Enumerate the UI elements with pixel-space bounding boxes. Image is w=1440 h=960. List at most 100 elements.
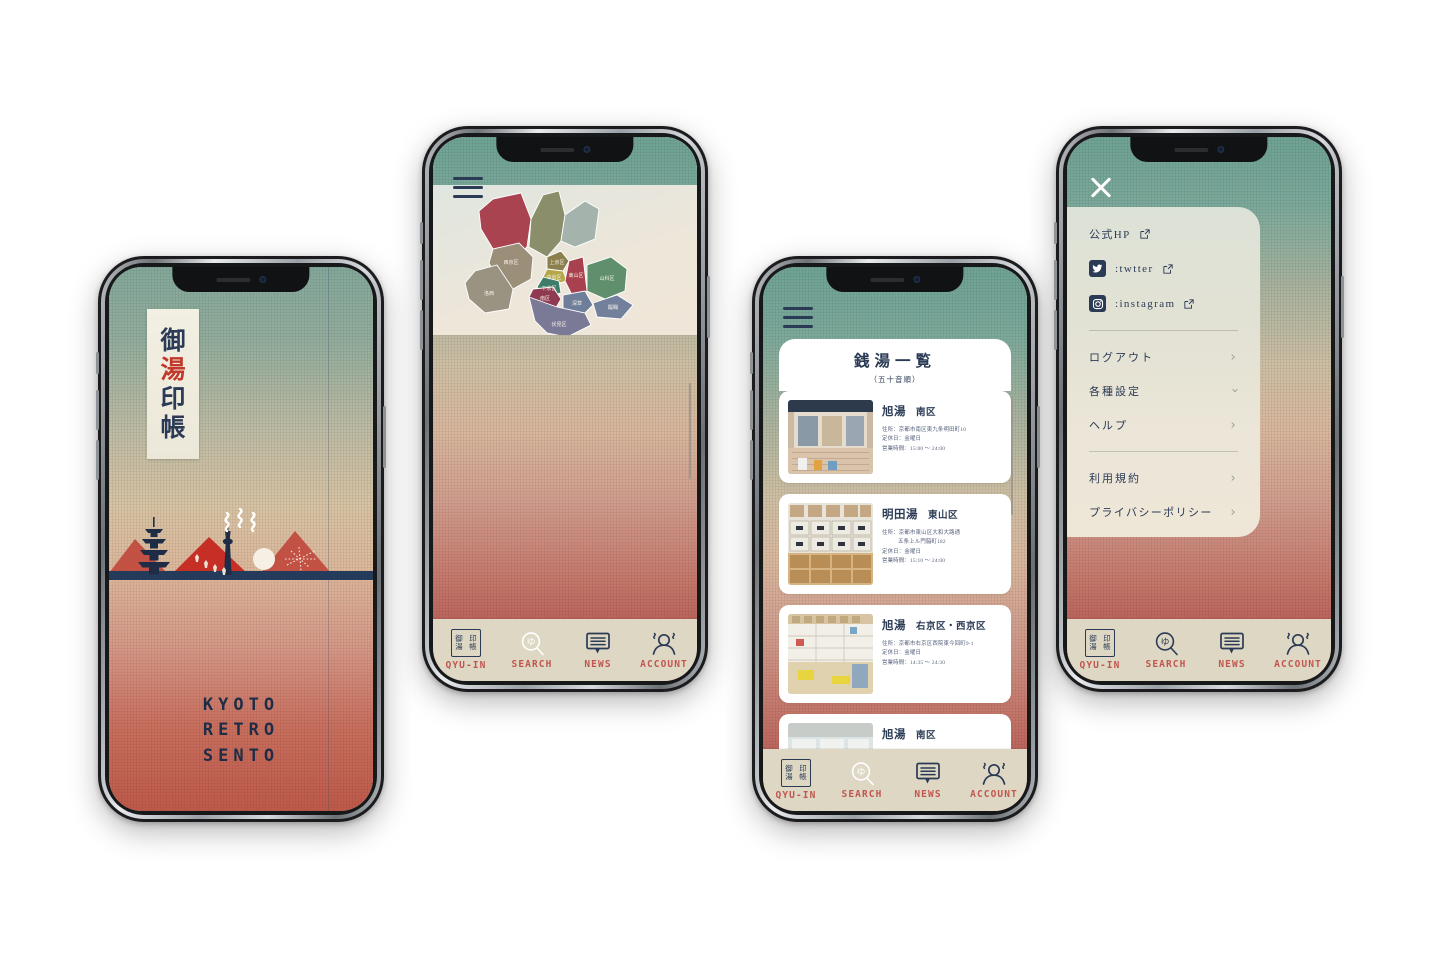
sento-address: 住所：京都市東山区大和大路通 <box>882 530 961 536</box>
tab-account[interactable]: ACCOUNT <box>631 631 697 670</box>
menu-item-terms[interactable]: 利用規約 › <box>1067 461 1260 495</box>
device-notch <box>172 267 310 292</box>
logo-line-2: RETRO <box>202 720 280 740</box>
person-steam-icon <box>652 632 676 655</box>
tab-label: QYU-IN <box>1079 660 1121 671</box>
kyoto-district-map[interactable]: 上京区 中京区 下京区 東山区 山科区 南区 深草 醍醐 伏見区 西京区 洛西 <box>433 185 697 335</box>
menu-button[interactable] <box>453 177 483 198</box>
volume-down-button[interactable] <box>750 440 753 480</box>
map-region-north-east <box>560 200 600 248</box>
list-item[interactable]: 旭湯 右京区・西京区 住所：京都市右京区西院東今回町9-1 定休日：金曜日 営業… <box>779 605 1011 703</box>
tab-account[interactable]: ACCOUNT <box>1265 631 1331 670</box>
tab-label: NEWS <box>914 788 942 800</box>
title-char-2: 湯 <box>160 355 186 384</box>
device-notch <box>1130 137 1268 162</box>
tab-search[interactable]: ゆ SEARCH <box>1133 631 1199 670</box>
sento-hours: 営業時間：14:35 〜 24:30 <box>882 659 946 666</box>
front-camera <box>1216 146 1224 153</box>
sento-area: 南区 <box>916 408 937 418</box>
list-subtitle: （五十音順） <box>869 375 921 384</box>
tab-account[interactable]: ACCOUNT <box>961 761 1027 800</box>
yu-magnifier-icon: ゆ <box>1155 631 1178 655</box>
map-label-daigo: 醍醐 <box>608 304 618 311</box>
tab-news[interactable]: NEWS <box>565 631 631 670</box>
stamp-char: 帳 <box>469 642 477 651</box>
menu-legal-group: 利用規約 › プライバシーポリシー › <box>1067 457 1260 533</box>
search-screen: 銭湯をさがす <box>433 137 697 681</box>
stamp-book-icon: 御 印 湯 帳 <box>451 629 481 657</box>
volume-up-button[interactable] <box>1054 260 1057 300</box>
map-label-shimogyo: 下京区 <box>541 285 556 292</box>
menu-item-privacy[interactable]: プライバシーポリシー › <box>1067 495 1260 529</box>
external-link-icon <box>1184 298 1195 309</box>
menu-item-instagram[interactable]: :instagram <box>1067 286 1260 321</box>
menu-item-help[interactable]: ヘルプ › <box>1067 408 1260 442</box>
map-label-fukakusa: 深草 <box>572 300 582 307</box>
list-item[interactable]: 旭湯 南区 住所：京都市南区御幸屋崎門町20 定休日：月曜日 <box>779 714 1011 749</box>
tab-search[interactable]: ゆ SEARCH <box>829 761 895 800</box>
tab-oyu-in[interactable]: 御 印 湯 帳 QYU-IN <box>763 759 829 801</box>
hamburger-line <box>453 185 483 190</box>
tab-label: QYU-IN <box>445 660 487 671</box>
earpiece-speaker <box>1173 147 1208 152</box>
tab-search[interactable]: ゆ SEARCH <box>499 631 565 670</box>
sento-list[interactable]: 旭湯 南区 住所：京都市南区東九条明田町10 定休日：金曜日 営業時間：15:0… <box>779 391 1011 749</box>
mute-switch[interactable] <box>750 352 753 374</box>
volume-down-button[interactable] <box>96 440 99 480</box>
sento-info: 旭湯 南区 住所：京都市南区御幸屋崎門町20 定休日：月曜日 <box>882 723 1002 749</box>
close-icon[interactable] <box>1087 173 1115 201</box>
logo-line-3: SENTO <box>202 745 280 766</box>
sento-info: 旭湯 南区 住所：京都市南区東九条明田町10 定休日：金曜日 営業時間：15:0… <box>882 400 1002 474</box>
list-scrollbar[interactable] <box>1011 397 1013 515</box>
map-label-kamigyo: 上京区 <box>549 259 564 266</box>
power-button[interactable] <box>1037 406 1040 468</box>
sento-photo <box>788 400 873 474</box>
menu-label: :instagram <box>1115 297 1176 310</box>
menu-label: 公式HP <box>1089 229 1131 241</box>
sento-hours: 営業時間：15:00 〜 24:00 <box>882 445 946 452</box>
menu-links-group: 公式HP :twtter:instagram <box>1067 213 1260 325</box>
sento-name: 明田湯 <box>882 509 918 521</box>
stamp-char: 湯 <box>785 772 793 781</box>
sento-name: 旭湯 <box>882 620 906 632</box>
pagoda-icon <box>138 517 170 575</box>
bottom-tab-bar: 御 印 湯 帳 QYU-IN ゆ SEARCH NEWS ACCOUNT <box>1067 619 1331 681</box>
volume-up-button[interactable] <box>750 390 753 430</box>
tab-news[interactable]: NEWS <box>1199 631 1265 670</box>
power-button[interactable] <box>1341 276 1344 338</box>
menu-screen: 公式HP :twtter:instagram ログアウト › 各種設定 › ヘ… <box>1067 137 1331 681</box>
svg-text:ゆ: ゆ <box>856 767 865 778</box>
mute-switch[interactable] <box>420 222 423 244</box>
sento-closed: 定休日：金曜日 <box>882 436 922 443</box>
external-link-icon <box>1140 229 1150 239</box>
tab-label: SEARCH <box>511 658 553 670</box>
list-item[interactable]: 旭湯 南区 住所：京都市南区東九条明田町10 定休日：金曜日 営業時間：15:0… <box>779 391 1011 483</box>
speech-bubble-icon <box>586 632 610 653</box>
list-item[interactable]: 明田湯 東山区 住所：京都市東山区大和大路通 五条上ル門脇町182 定休日：金曜… <box>779 494 1011 594</box>
filter-scrollbar[interactable] <box>689 383 691 479</box>
tab-oyu-in[interactable]: 御 印 湯 帳 QYU-IN <box>433 629 499 671</box>
title-char-3: 印 <box>160 384 186 413</box>
power-button[interactable] <box>383 406 386 468</box>
volume-up-button[interactable] <box>420 260 423 300</box>
person-steam-icon <box>1286 632 1310 655</box>
title-char-1: 御 <box>160 326 186 355</box>
logo-line-1: KYOTO <box>202 694 280 715</box>
menu-item-settings[interactable]: 各種設定 › <box>1067 374 1260 408</box>
menu-item-twitter[interactable]: :twtter <box>1067 251 1260 286</box>
volume-down-button[interactable] <box>420 310 423 350</box>
volume-up-button[interactable] <box>96 390 99 430</box>
mute-switch[interactable] <box>1054 222 1057 244</box>
volume-down-button[interactable] <box>1054 310 1057 350</box>
menu-item-logout[interactable]: ログアウト › <box>1067 340 1260 374</box>
power-button[interactable] <box>707 276 710 338</box>
menu-button[interactable] <box>783 307 813 328</box>
stamp-char: 湯 <box>1089 642 1097 651</box>
menu-item-official-site[interactable]: 公式HP <box>1067 217 1260 251</box>
tab-news[interactable]: NEWS <box>895 761 961 800</box>
mute-switch[interactable] <box>96 352 99 374</box>
tab-label: SEARCH <box>1145 658 1187 670</box>
tab-oyu-in[interactable]: 御 印 湯 帳 QYU-IN <box>1067 629 1133 671</box>
stamp-book-icon: 御 印 湯 帳 <box>1085 629 1115 657</box>
svg-text:ゆ: ゆ <box>1160 637 1169 648</box>
